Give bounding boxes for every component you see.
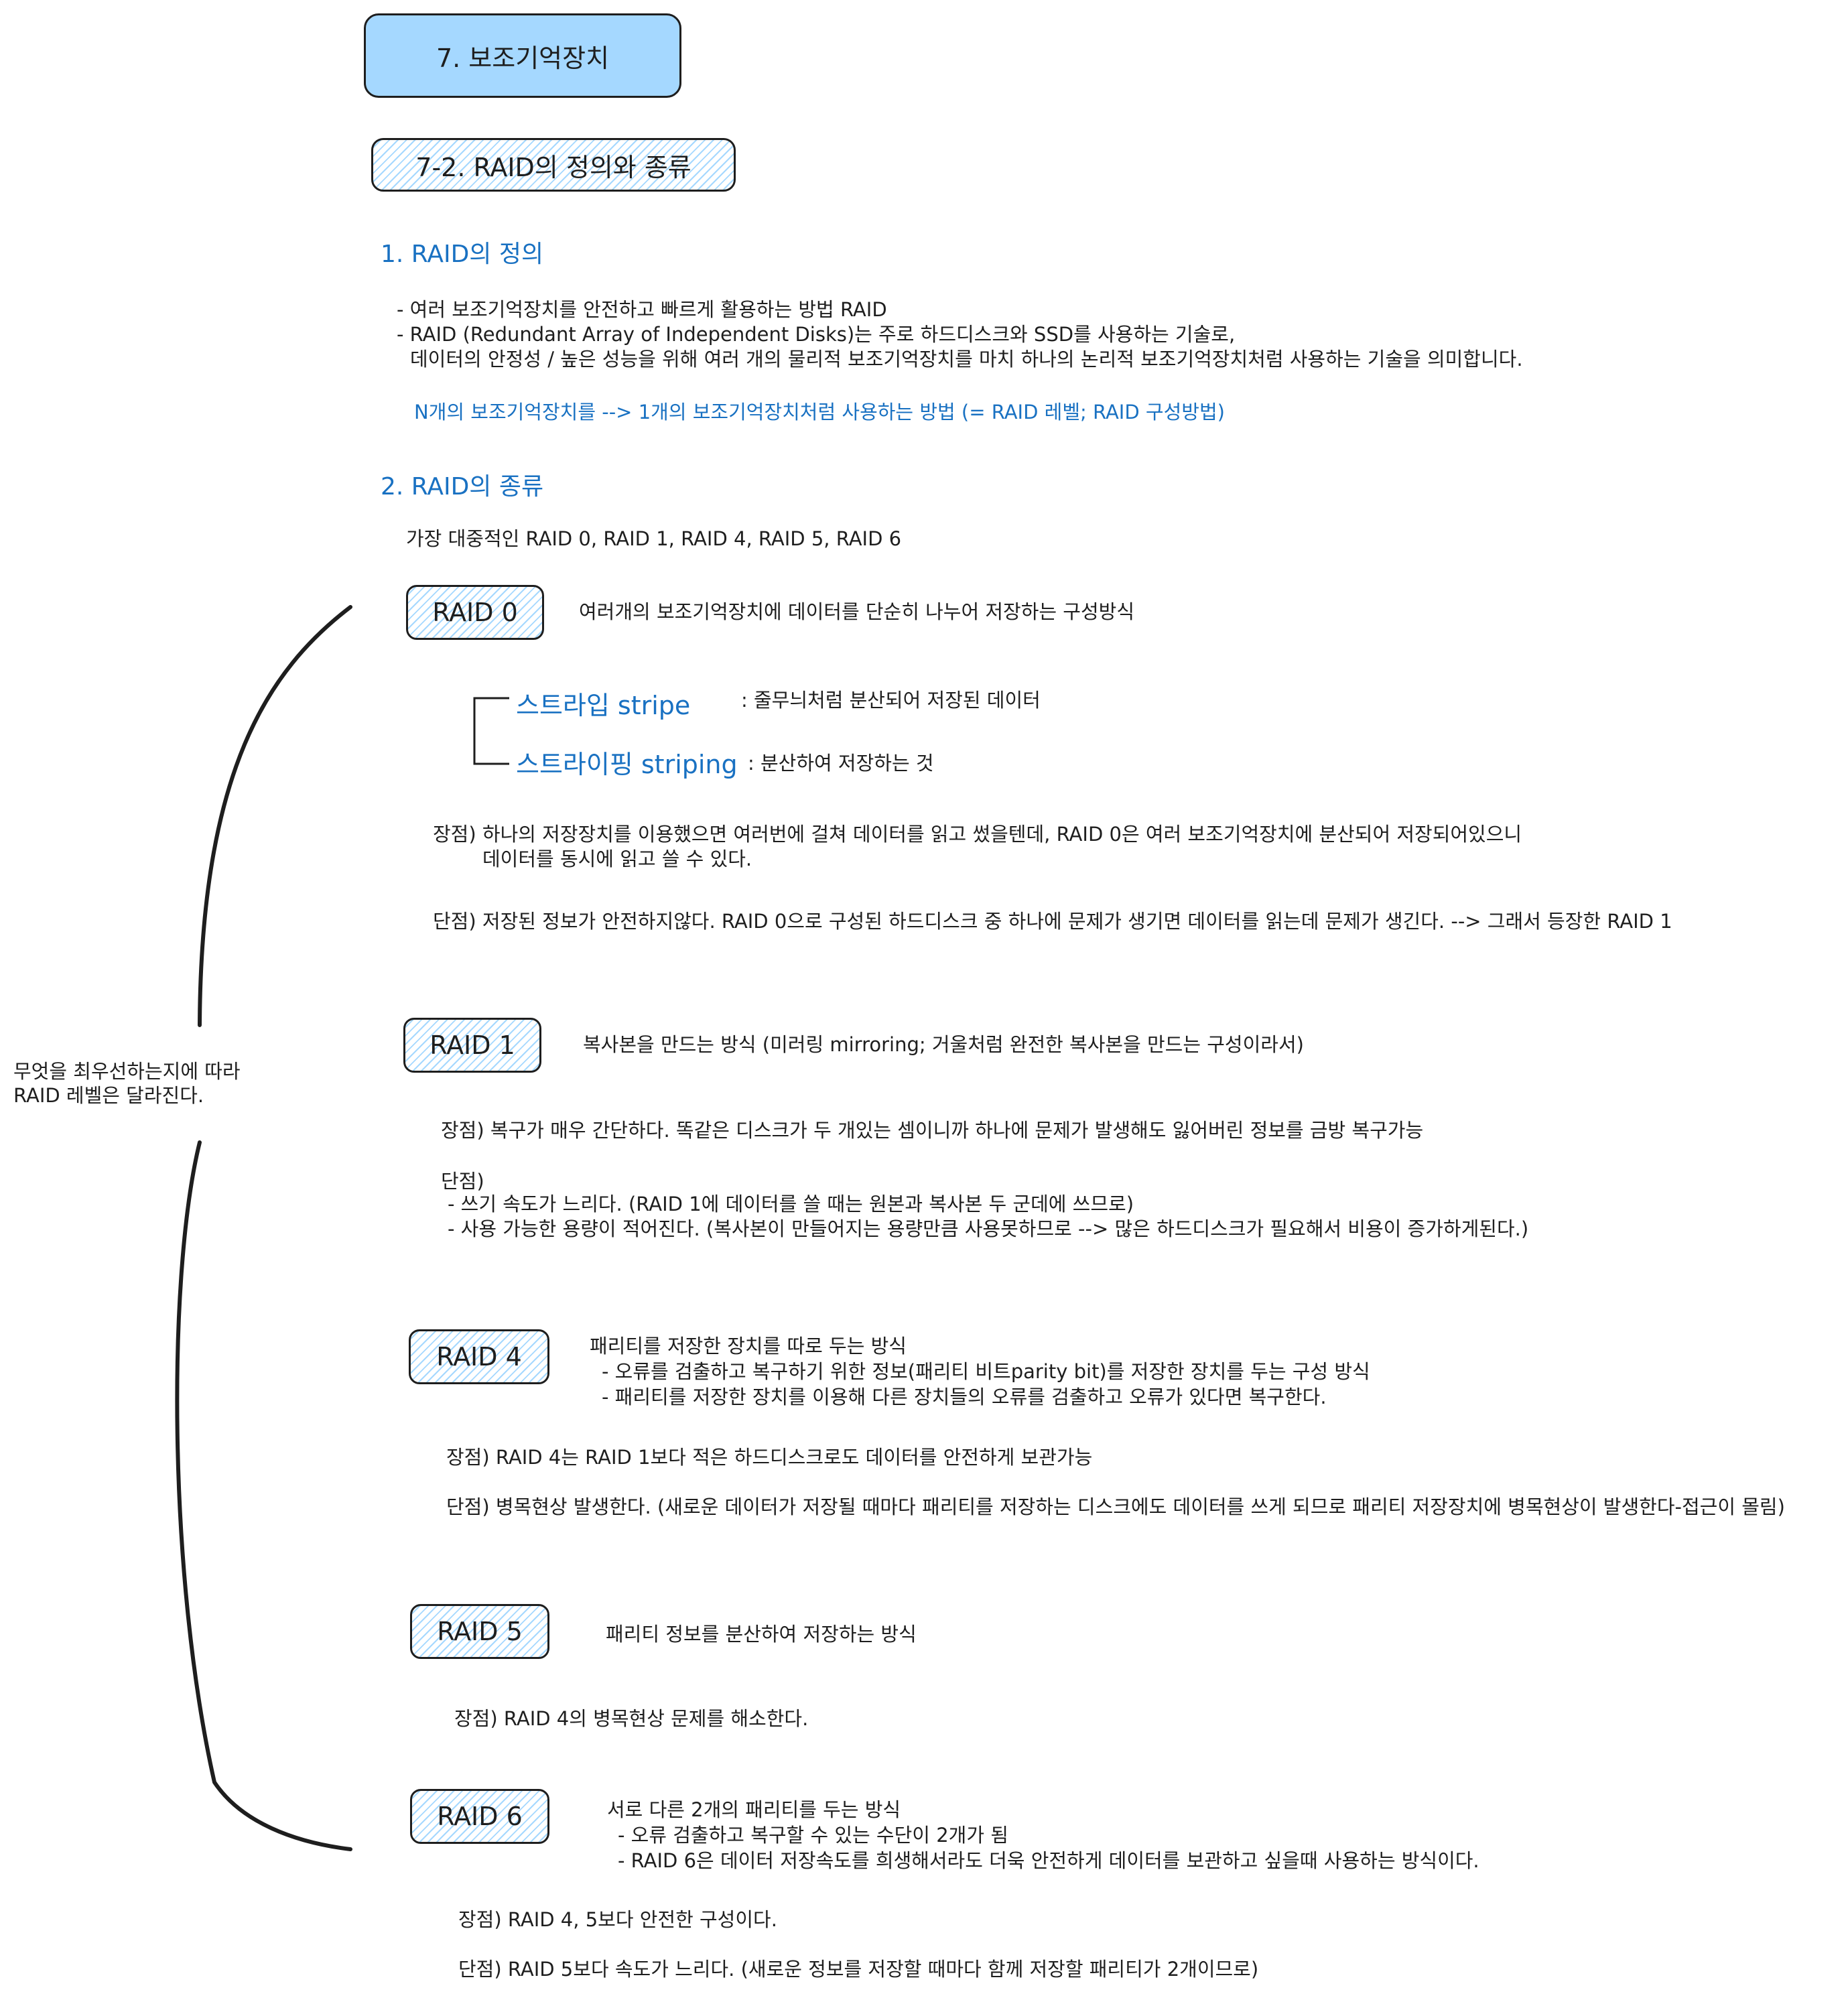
- raid0-box: RAID 0: [406, 585, 544, 640]
- raid5-pro: 장점) RAID 4의 병목현상 문제를 해소한다.: [454, 1707, 809, 1730]
- stripe-connector: [473, 697, 509, 765]
- raid0-pro-1: 장점) 하나의 저장장치를 이용했으면 여러번에 걸쳐 데이터를 읽고 썼을텐데…: [433, 823, 1522, 846]
- raid4-pro: 장점) RAID 4는 RAID 1보다 적은 하드디스크로도 데이터를 안전하…: [446, 1446, 1093, 1469]
- raid6-desc-2: - RAID 6은 데이터 저장속도를 희생해서라도 더욱 안전하게 데이터를 …: [618, 1849, 1479, 1872]
- raid5-box: RAID 5: [410, 1604, 549, 1659]
- raid6-desc: 서로 다른 2개의 패리티를 두는 방식: [607, 1798, 901, 1821]
- raid1-desc: 복사본을 만드는 방식 (미러링 mirroring; 거울처럼 완전한 복사본…: [583, 1033, 1304, 1056]
- raid0-striping: 스트라이핑 striping: [516, 750, 738, 779]
- raid4-box: RAID 4: [409, 1329, 549, 1384]
- raid5-label: RAID 5: [437, 1617, 523, 1646]
- raid0-con: 단점) 저장된 정보가 안전하지않다. RAID 0으로 구성된 하드디스크 중…: [433, 910, 1672, 933]
- raid4-con: 단점) 병목현상 발생한다. (새로운 데이터가 저장될 때마다 패리티를 저장…: [446, 1495, 1785, 1518]
- brace-lower: [175, 1140, 352, 1851]
- raid6-label: RAID 6: [437, 1802, 523, 1831]
- raid0-pro-2: 데이터를 동시에 읽고 쓸 수 있다.: [482, 848, 752, 870]
- raid4-desc-2: - 패리티를 저장한 장치를 이용해 다른 장치들의 오류를 검출하고 오류가 …: [602, 1386, 1327, 1408]
- raid1-pro: 장점) 복구가 매우 간단하다. 똑같은 디스크가 두 개있는 셈이니까 하나에…: [441, 1119, 1424, 1142]
- raid4-desc-1: - 오류를 검출하고 복구하기 위한 정보(패리티 비트parity bit)를…: [602, 1360, 1370, 1383]
- raid1-con-2: - 사용 가능한 용량이 적어진다. (복사본이 만들어지는 용량만큼 사용못하…: [448, 1217, 1529, 1240]
- raid1-box: RAID 1: [403, 1018, 541, 1073]
- raid6-con: 단점) RAID 5보다 속도가 느리다. (새로운 정보를 저장할 때마다 함…: [458, 1958, 1259, 1981]
- raid4-label: RAID 4: [436, 1342, 522, 1372]
- raid0-stripe-desc: : 줄무늬처럼 분산되어 저장된 데이터: [741, 689, 1041, 712]
- brace-upper: [198, 605, 352, 1027]
- raid0-desc: 여러개의 보조기억장치에 데이터를 단순히 나누어 저장하는 구성방식: [579, 600, 1135, 623]
- raid6-pro: 장점) RAID 4, 5보다 안전한 구성이다.: [458, 1908, 777, 1931]
- raid0-striping-desc: : 분산하여 저장하는 것: [748, 752, 934, 775]
- raid1-label: RAID 1: [430, 1030, 515, 1060]
- raid6-desc-1: - 오류 검출하고 복구할 수 있는 수단이 2개가 됨: [618, 1824, 1008, 1847]
- raid0-stripe: 스트라입 stripe: [516, 691, 691, 720]
- raid6-box: RAID 6: [410, 1789, 549, 1844]
- raid5-desc: 패리티 정보를 분산하여 저장하는 방식: [606, 1623, 917, 1646]
- raid1-con-title: 단점): [441, 1170, 484, 1193]
- raid4-desc: 패리티를 저장한 장치를 따로 두는 방식: [590, 1335, 907, 1357]
- raid1-con-1: - 쓰기 속도가 느리다. (RAID 1에 데이터를 쓸 때는 원본과 복사본…: [448, 1193, 1134, 1215]
- brace-drawing: [175, 605, 509, 1851]
- raid0-label: RAID 0: [432, 598, 518, 627]
